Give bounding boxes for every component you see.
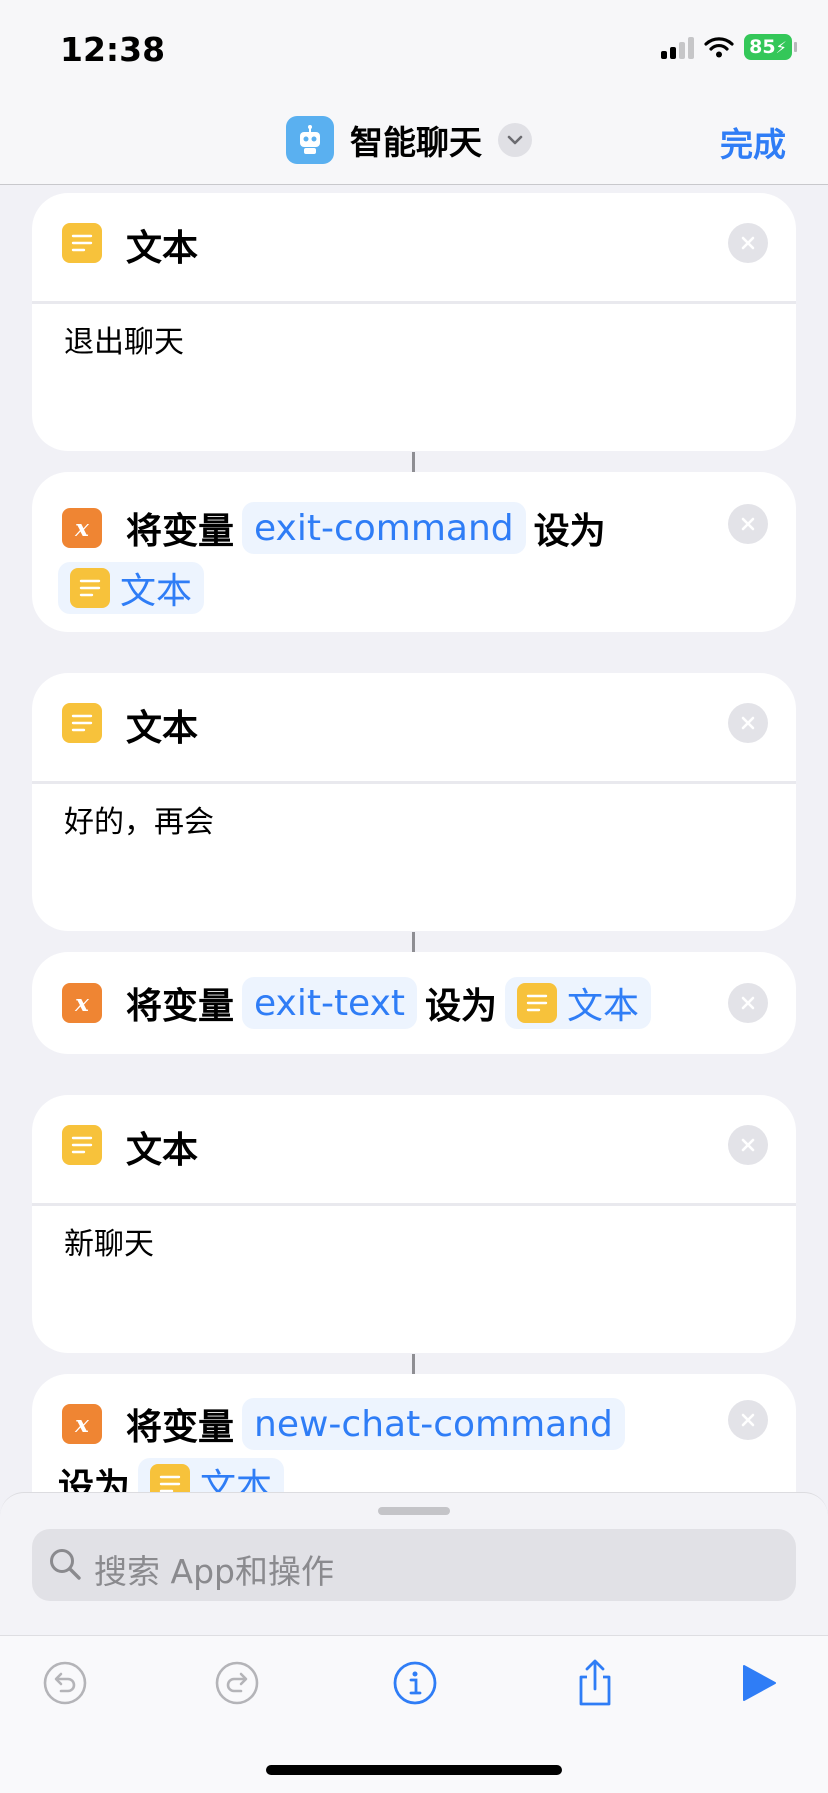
variable-value-label: 文本 (200, 1467, 273, 1492)
text-lines-icon (62, 1125, 102, 1165)
remove-action-button[interactable] (728, 983, 768, 1023)
action-title: 文本 (126, 228, 199, 269)
redo-icon (215, 1661, 259, 1705)
variable-name-token[interactable]: exit-command (242, 502, 526, 554)
run-button[interactable] (734, 1658, 784, 1708)
variable-value-label: 文本 (567, 986, 640, 1027)
action-header: 文本 (32, 1095, 796, 1198)
text-lines-icon (150, 1464, 191, 1492)
text-action-card[interactable]: 文本 退出聊天 (32, 193, 796, 451)
shortcut-title-button[interactable]: 智能聊天 (286, 116, 532, 164)
status-time: 12:38 (60, 30, 166, 69)
remove-action-button[interactable] (728, 1400, 768, 1440)
remove-action-button[interactable] (728, 703, 768, 743)
action-header: 文本 (32, 673, 796, 776)
share-icon (579, 1659, 611, 1706)
text-action-body[interactable]: 好的，再会 (64, 797, 214, 841)
set-variable-value-line: 设为 文本 (58, 1458, 292, 1492)
share-button[interactable] (570, 1658, 620, 1708)
text-lines-icon (70, 568, 110, 608)
search-field[interactable]: 搜索 App和操作 (32, 1529, 796, 1601)
search-placeholder: 搜索 App和操作 (94, 1552, 334, 1591)
connector-line (412, 932, 415, 952)
variable-value-token[interactable]: 文本 (58, 562, 205, 614)
wifi-icon (704, 37, 734, 58)
set-variable-line: 将变量 exit-command 设为 (126, 502, 606, 554)
set-variable-middle: 设为 (58, 1467, 131, 1492)
cellular-signal-icon (661, 35, 694, 59)
remove-action-button[interactable] (728, 1125, 768, 1165)
divider (32, 1203, 796, 1206)
variable-value-token[interactable]: 文本 (138, 1458, 285, 1492)
redo-button[interactable] (212, 1658, 262, 1708)
close-icon (741, 1413, 755, 1427)
undo-button[interactable] (40, 1658, 90, 1708)
set-variable-value-line: 文本 (58, 562, 212, 614)
chevron-down-icon (498, 123, 532, 157)
undo-icon (43, 1661, 87, 1705)
status-bar: 12:38 85 ⚡ (0, 0, 828, 96)
text-lines-icon (517, 983, 558, 1023)
variable-icon: x (62, 983, 102, 1023)
set-variable-middle: 设为 (533, 511, 606, 552)
variable-name-token[interactable]: exit-text (242, 977, 417, 1029)
text-action-card[interactable]: 文本 好的，再会 (32, 673, 796, 931)
done-button[interactable]: 完成 (720, 118, 786, 166)
set-variable-prefix: 将变量 (126, 986, 235, 1027)
variable-icon: x (62, 1404, 102, 1444)
details-button[interactable] (390, 1658, 440, 1708)
connector-line (412, 452, 415, 472)
variable-icon: x (62, 508, 102, 548)
text-action-body[interactable]: 新聊天 (64, 1219, 154, 1263)
connector-line (412, 1354, 415, 1374)
remove-action-button[interactable] (728, 223, 768, 263)
set-variable-card[interactable]: x 将变量 exit-command 设为 文本 (32, 472, 796, 632)
text-action-card[interactable]: 文本 新聊天 (32, 1095, 796, 1353)
close-icon (741, 517, 755, 531)
close-icon (741, 996, 755, 1010)
play-icon (743, 1665, 776, 1701)
set-variable-card[interactable]: x 将变量 exit-text 设为 文本 (32, 952, 796, 1054)
set-variable-line: 将变量 new-chat-command (126, 1398, 633, 1450)
close-icon (741, 1138, 755, 1152)
text-action-body[interactable]: 退出聊天 (64, 317, 184, 361)
search-icon (50, 1549, 81, 1580)
sheet-grabber[interactable] (378, 1507, 450, 1515)
action-title: 文本 (126, 708, 199, 749)
divider (32, 301, 796, 304)
home-indicator (266, 1765, 562, 1775)
variable-value-label: 文本 (120, 571, 193, 612)
remove-action-button[interactable] (728, 504, 768, 544)
info-icon (393, 1661, 437, 1705)
status-icons: 85 ⚡ (661, 34, 797, 60)
close-icon (741, 716, 755, 730)
set-variable-middle: 设为 (425, 986, 498, 1027)
set-variable-card[interactable]: x 将变量 new-chat-command 设为 文本 (32, 1374, 796, 1492)
text-lines-icon (62, 703, 102, 743)
action-list: 文本 退出聊天 x 将变量 exit-command 设为 文本 文本 好的，再… (0, 185, 828, 1492)
variable-name-token[interactable]: new-chat-command (242, 1398, 625, 1450)
set-variable-line: 将变量 exit-text 设为 文本 (126, 977, 659, 1029)
text-lines-icon (62, 223, 102, 263)
action-title: 文本 (126, 1130, 199, 1171)
divider (32, 781, 796, 784)
battery-level: 85 (749, 36, 776, 58)
shortcut-title: 智能聊天 (350, 123, 482, 162)
set-variable-prefix: 将变量 (126, 511, 235, 552)
close-icon (741, 236, 755, 250)
nav-bar: 智能聊天 完成 (0, 96, 828, 185)
robot-icon (286, 116, 334, 164)
battery-indicator: 85 ⚡ (744, 34, 797, 60)
variable-value-token[interactable]: 文本 (505, 977, 652, 1029)
actions-sheet: 搜索 App和操作 (0, 1492, 828, 1636)
action-header: 文本 (32, 193, 796, 296)
set-variable-prefix: 将变量 (126, 1407, 235, 1448)
